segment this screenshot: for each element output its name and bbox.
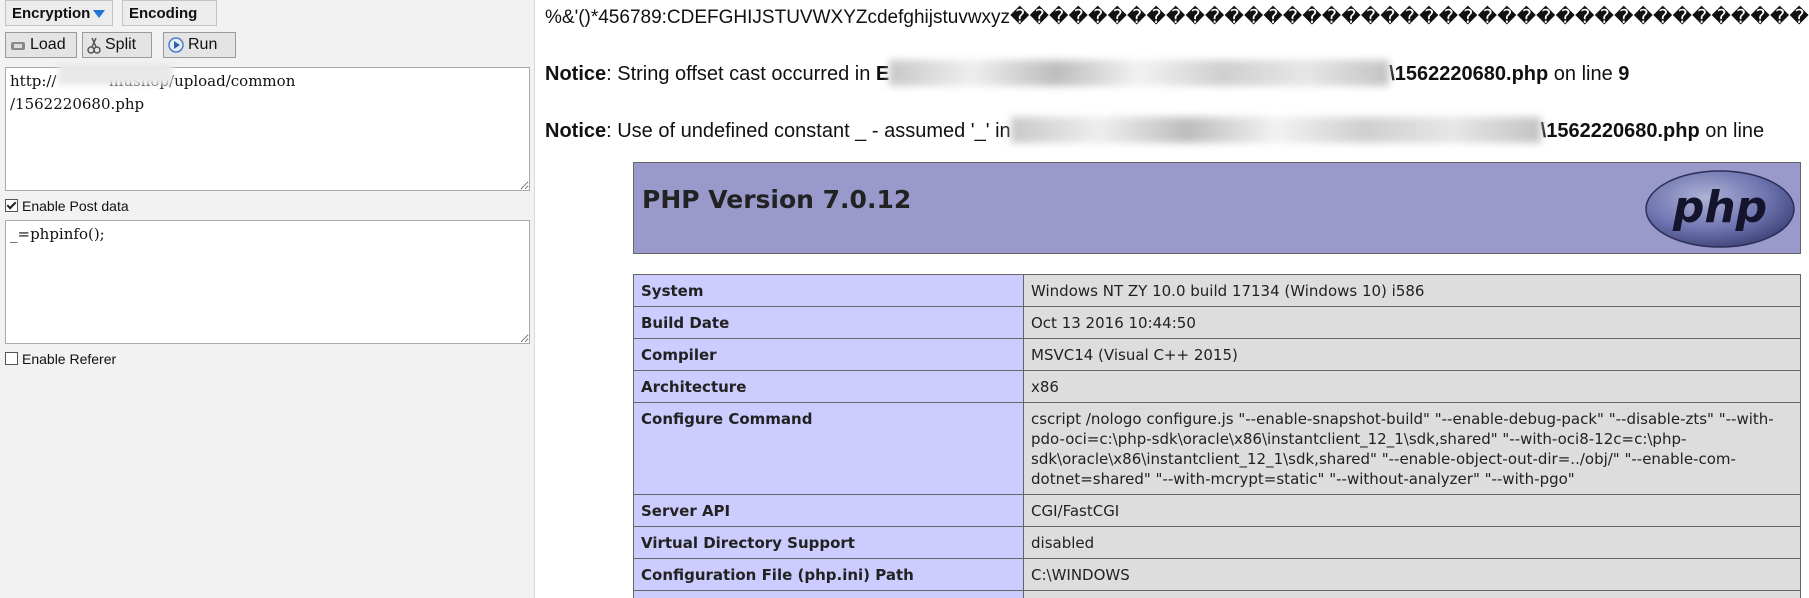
php-version-title: PHP Version 7.0.12 — [642, 185, 912, 214]
php-logo-text: php — [1672, 182, 1767, 233]
url-textarea[interactable] — [5, 67, 530, 191]
run-icon — [168, 37, 184, 53]
notice-label: Notice — [545, 120, 607, 142]
notice-path-prefix: E — [875, 63, 890, 85]
table-row: Configure Command cscript /nologo configu… — [633, 402, 1801, 495]
notice-line-1: Notice: String offset cast occurred in E… — [545, 60, 1629, 86]
notice-line-2: Notice: Use of undefined constant _ - as… — [545, 117, 1764, 143]
row-value: MSVC14 (Visual C++ 2015) — [1023, 338, 1801, 371]
row-key: Build Date — [633, 306, 1024, 339]
enable-post-label: Enable Post data — [22, 198, 129, 214]
run-label: Run — [188, 36, 218, 53]
encoding-menu[interactable]: Encoding — [122, 0, 217, 45]
php-version-header: PHP Version 7.0.12 php — [633, 162, 1801, 254]
notice-message: : String offset cast occurred in — [606, 63, 876, 85]
table-row: Compiler MSVC14 (Visual C++ 2015) — [633, 338, 1801, 371]
redacted-path — [889, 60, 1390, 86]
row-value: x86 — [1023, 370, 1801, 403]
split-label: Split — [105, 36, 137, 53]
row-value: Oct 13 2016 10:44:50 — [1023, 306, 1801, 339]
row-key: Architecture — [633, 370, 1024, 403]
row-value: cscript /nologo configure.js "--enable-s… — [1023, 402, 1801, 495]
load-url-icon — [11, 41, 25, 50]
php-logo-icon: php — [1645, 170, 1795, 248]
enable-referer-checkbox[interactable] — [5, 352, 18, 365]
load-label: Load — [30, 36, 66, 53]
hackbar-panel: Encryption Encoding Load Split Run Enabl… — [0, 0, 535, 598]
redacted-host — [58, 63, 173, 85]
row-key: Server API — [633, 494, 1024, 527]
notice-on-line: on line — [1699, 120, 1765, 142]
row-key: Compiler — [633, 338, 1024, 371]
table-row: Configuration File (php.ini) Path C:\WIND… — [633, 558, 1801, 591]
notice-label: Notice — [545, 63, 607, 85]
row-key: Configuration File (php.ini) Path — [633, 558, 1024, 591]
encryption-label: Encryption — [12, 5, 91, 22]
notice-message: : Use of undefined constant _ - assumed … — [606, 120, 1011, 142]
table-row: Loaded Configuration FileE:\web\PHPstudy… — [633, 590, 1801, 598]
table-row: Architecture x86 — [633, 370, 1801, 403]
row-key: System — [633, 274, 1024, 307]
notice-file: \1562220680.php — [1389, 63, 1549, 85]
table-row: Build Date Oct 13 2016 10:44:50 — [633, 306, 1801, 339]
table-row: Server API CGI/FastCGI — [633, 494, 1801, 527]
page-output: %&'()*456789:CDEFGHIJSTUVWXYZcdefghijstu… — [535, 0, 1809, 598]
notice-on-line: on line — [1548, 63, 1619, 85]
row-key: Configure Command — [633, 402, 1024, 495]
post-data-textarea[interactable] — [5, 220, 530, 344]
notice-line-number: 9 — [1618, 63, 1630, 85]
row-value: C:\WINDOWS — [1023, 558, 1801, 591]
row-key: Virtual Directory Support — [633, 526, 1024, 559]
enable-post-toggle[interactable]: Enable Post data — [5, 198, 129, 214]
redacted-path — [1010, 117, 1541, 143]
chevron-down-icon — [93, 10, 106, 19]
row-value: CGI/FastCGI — [1023, 494, 1801, 527]
row-value: Windows NT ZY 10.0 build 17134 (Windows … — [1023, 274, 1801, 307]
phpinfo-table: System Windows NT ZY 10.0 build 17134 (Wi… — [633, 274, 1801, 598]
row-value: disabled — [1023, 526, 1801, 559]
table-row: System Windows NT ZY 10.0 build 17134 (Wi… — [633, 274, 1801, 307]
enable-referer-label: Enable Referer — [22, 351, 117, 367]
enable-post-checkbox[interactable] — [5, 199, 18, 212]
enable-referer-toggle[interactable]: Enable Referer — [5, 351, 116, 367]
split-url-icon — [87, 37, 101, 54]
notice-file: \1562220680.php — [1540, 120, 1700, 142]
encoding-label: Encoding — [129, 5, 198, 22]
split-button[interactable]: Split — [82, 32, 152, 58]
load-button[interactable]: Load — [5, 32, 77, 58]
row-value: E:\web\PHPstudy\php\php-7.0.12-nts\php.i… — [1023, 590, 1801, 598]
garbage-output-line: %&'()*456789:CDEFGHIJSTUVWXYZcdefghijstu… — [545, 7, 1809, 28]
run-button[interactable]: Run — [163, 32, 236, 58]
table-row: Virtual Directory Support disabled — [633, 526, 1801, 559]
row-key: Loaded Configuration File — [633, 590, 1024, 598]
encryption-menu[interactable]: Encryption — [5, 0, 113, 26]
